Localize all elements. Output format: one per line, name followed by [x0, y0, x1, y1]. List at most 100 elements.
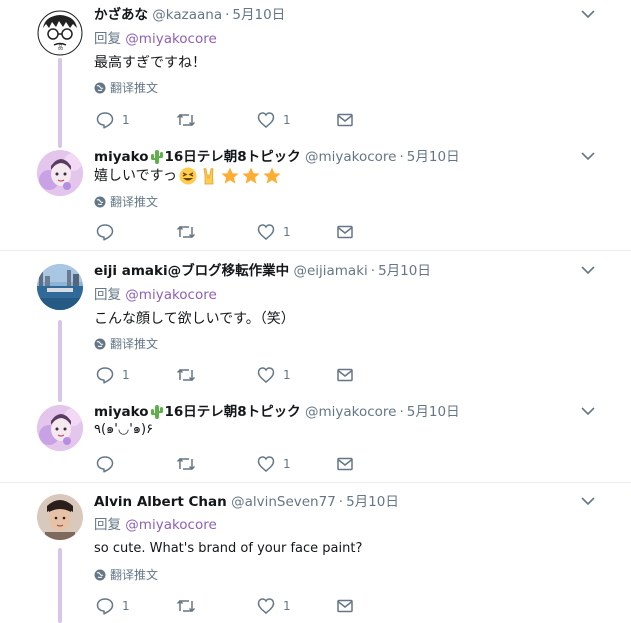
tweet[interactable]: eiji amaki@ブログ移転作業中 @eijiamaki · 5月10日 回复 … — [0, 262, 631, 392]
grinning-squinting-face-icon — [179, 167, 197, 185]
display-name[interactable]: Alvin Albert Chan — [94, 494, 227, 510]
envelope-icon — [337, 599, 353, 613]
reply-icon — [96, 456, 114, 473]
envelope-icon — [337, 113, 353, 127]
reply-icon — [96, 598, 114, 615]
timestamp[interactable]: 5月10日 — [232, 7, 285, 23]
message-button[interactable] — [336, 596, 354, 616]
avatar[interactable] — [37, 264, 83, 310]
chevron-down-icon[interactable] — [580, 8, 596, 20]
display-name[interactable]: miyako 16日テレ朝8トピック — [94, 149, 301, 165]
display-name[interactable]: eiji amaki@ブログ移転作業中 — [94, 263, 289, 279]
tweet-text-row: 嬉しいですっ — [94, 166, 282, 186]
chevron-down-icon[interactable] — [580, 264, 596, 276]
retweet-icon — [176, 368, 196, 382]
retweet-button[interactable] — [176, 222, 204, 242]
timestamp[interactable]: 5月10日 — [346, 494, 399, 510]
tweet-header: かざあな @kazaana · 5月10日 — [94, 6, 285, 24]
like-button[interactable]: 1 — [257, 596, 291, 616]
like-button[interactable]: 1 — [257, 222, 291, 242]
like-button[interactable]: 1 — [257, 454, 291, 474]
message-button[interactable] — [336, 110, 354, 130]
tweet-actions: 1 — [94, 454, 394, 474]
reply-count: 1 — [122, 113, 130, 127]
avatar[interactable]: 品 — [37, 10, 83, 56]
tweet-actions: 1 1 — [94, 365, 394, 385]
reply-to-link[interactable]: @miyakocore — [125, 287, 217, 303]
tweet[interactable]: Alvin Albert Chan @alvinSeven77 · 5月10日 回复… — [0, 493, 631, 623]
translate-link[interactable]: 翻译推文 — [94, 80, 158, 96]
display-name-suffix: 16日テレ朝8トピック — [164, 149, 301, 165]
user-handle[interactable]: @alvinSeven77 — [231, 494, 336, 510]
message-button[interactable] — [336, 222, 354, 242]
tweet-text: 嬉しいですっ — [94, 168, 178, 184]
separator-dot: · — [370, 263, 376, 279]
tweet-actions: 1 1 — [94, 596, 394, 616]
retweet-button[interactable] — [176, 365, 204, 385]
display-name-text: miyako — [94, 404, 149, 420]
display-name-suffix: 16日テレ朝8トピック — [164, 404, 301, 420]
chevron-down-icon[interactable] — [580, 405, 596, 417]
user-handle[interactable]: @miyakocore — [305, 404, 397, 420]
timestamp[interactable]: 5月10日 — [407, 404, 460, 420]
reply-button[interactable] — [96, 222, 122, 242]
separator-dot: · — [399, 149, 404, 165]
globe-icon — [94, 569, 106, 581]
translate-link[interactable]: 翻译推文 — [94, 336, 158, 352]
display-name[interactable]: かざあな — [94, 7, 148, 23]
separator-dot: · — [338, 494, 344, 510]
timestamp[interactable]: 5月10日 — [407, 149, 460, 165]
envelope-icon — [337, 368, 353, 382]
retweet-button[interactable] — [176, 110, 204, 130]
user-handle[interactable]: @kazaana — [152, 7, 222, 23]
chevron-down-icon[interactable] — [580, 495, 596, 507]
like-count: 1 — [283, 368, 291, 382]
avatar[interactable] — [37, 150, 83, 196]
heart-icon — [257, 224, 275, 240]
timestamp[interactable]: 5月10日 — [378, 263, 431, 279]
message-button[interactable] — [336, 365, 354, 385]
user-handle[interactable]: @eijiamaki — [293, 263, 367, 279]
message-button[interactable] — [336, 454, 354, 474]
cactus-icon — [150, 405, 163, 419]
retweet-icon — [176, 457, 196, 471]
tweet[interactable]: 品 かざあな @kazaana · 5月10日 回复 @miyakocore 最高す… — [0, 6, 631, 146]
avatar[interactable] — [37, 494, 83, 540]
retweet-button[interactable] — [176, 454, 204, 474]
translate-link[interactable]: 翻译推文 — [94, 194, 158, 210]
like-count: 1 — [283, 113, 291, 127]
tweet-text: ٩(๑'◡'๑)۶ — [94, 422, 154, 437]
tweet[interactable]: miyako 16日テレ朝8トピック @miyakocore · 5月10日 ٩(๑'… — [0, 403, 631, 481]
reply-prefix: 回复 — [94, 31, 121, 47]
tweet-text: 最高すぎですね！ — [94, 55, 206, 71]
retweet-button[interactable] — [176, 596, 204, 616]
translate-label: 翻译推文 — [110, 568, 159, 582]
reply-to: 回复 @miyakocore — [94, 30, 217, 48]
retweet-icon — [176, 225, 196, 239]
reply-icon — [96, 224, 114, 241]
reply-button[interactable]: 1 — [96, 596, 130, 616]
reply-to-link[interactable]: @miyakocore — [125, 31, 217, 47]
display-name-text: miyako — [94, 149, 149, 165]
tweet-actions: 1 1 — [94, 110, 394, 130]
reply-button[interactable]: 1 — [96, 365, 130, 385]
like-button[interactable]: 1 — [257, 110, 291, 130]
translate-label: 翻译推文 — [110, 337, 159, 351]
chevron-down-icon[interactable] — [580, 150, 596, 162]
avatar-drawing: 品 — [37, 10, 83, 56]
separator-dot: · — [399, 404, 404, 420]
tweet[interactable]: miyako 16日テレ朝8トピック @miyakocore · 5月10日 嬉しいで… — [0, 148, 631, 248]
reply-button[interactable] — [96, 454, 122, 474]
display-name[interactable]: miyako 16日テレ朝8トピック — [94, 404, 301, 420]
reply-to-link[interactable]: @miyakocore — [125, 517, 217, 533]
reply-button[interactable]: 1 — [96, 110, 130, 130]
tweet-header: miyako 16日テレ朝8トピック @miyakocore · 5月10日 — [94, 148, 460, 166]
translate-label: 翻译推文 — [110, 195, 159, 209]
avatar[interactable] — [37, 405, 83, 451]
reply-count: 1 — [122, 599, 130, 613]
heart-icon — [257, 112, 275, 128]
like-button[interactable]: 1 — [257, 365, 291, 385]
user-handle[interactable]: @miyakocore — [305, 149, 397, 165]
translate-link[interactable]: 翻译推文 — [94, 567, 158, 583]
cactus-icon — [150, 150, 163, 164]
